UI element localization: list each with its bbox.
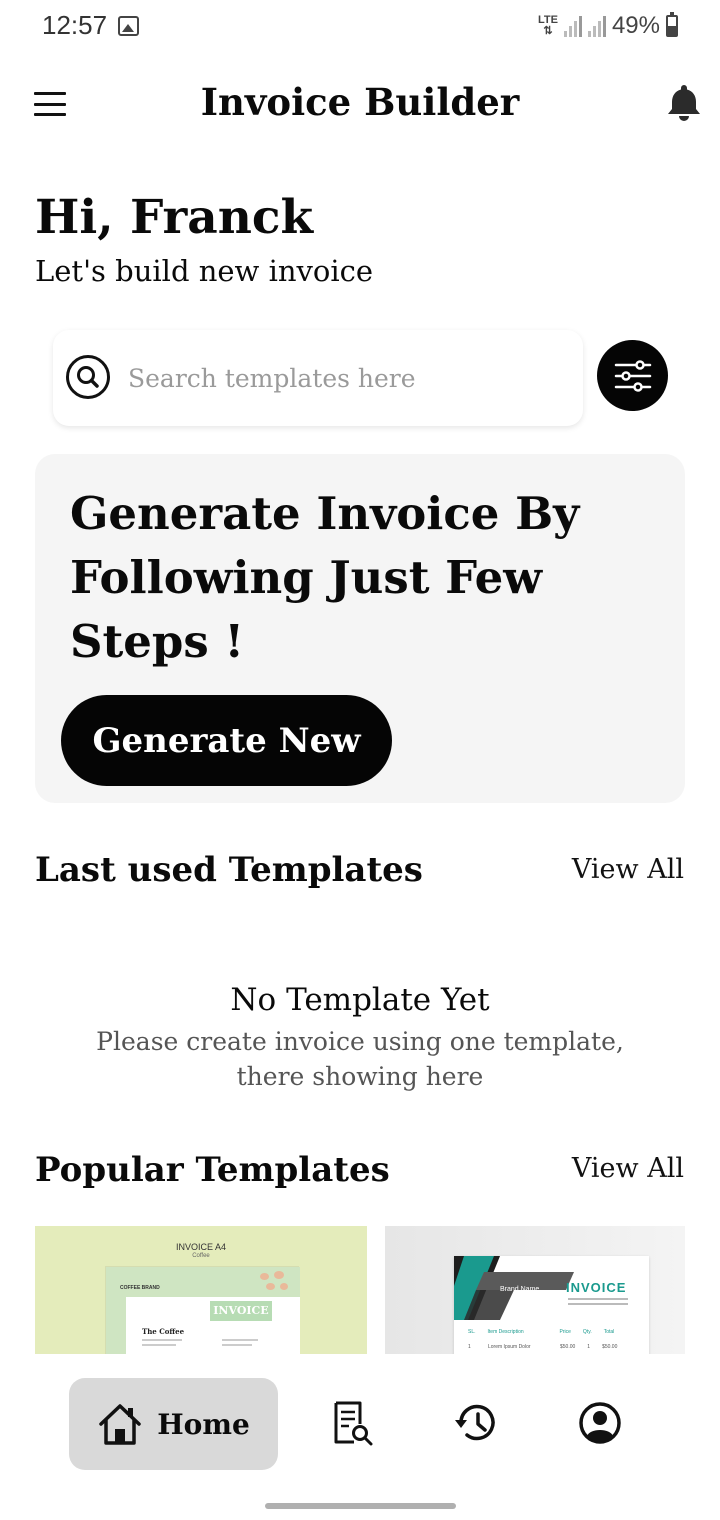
template-card-coffee[interactable]: INVOICE A4 Coffee COFFEE BRAND INVOICE T… <box>35 1226 367 1354</box>
template-line <box>142 1344 176 1346</box>
signal-icon-2 <box>587 15 606 37</box>
template-header: INVOICE A4 <box>175 1242 227 1252</box>
template-line <box>222 1339 258 1341</box>
nav-home-tab[interactable]: Home <box>69 1378 278 1470</box>
nav-home-label: Home <box>157 1407 250 1441</box>
template-brand: Brand Name <box>500 1286 540 1293</box>
home-indicator[interactable] <box>265 1503 456 1509</box>
popular-view-all-link[interactable]: View All <box>572 1153 684 1184</box>
template-table-row: 1 Lorem Ipsum Dolor $50.00 1 $50.00 <box>468 1344 617 1350</box>
cell: $50.00 <box>560 1344 576 1350</box>
template-line <box>142 1339 182 1341</box>
bell-icon[interactable] <box>664 82 704 122</box>
decor-dots <box>256 1271 294 1299</box>
history-icon[interactable] <box>453 1400 499 1446</box>
template-table-header: SL. Item Description Price Qty. Total <box>468 1329 614 1335</box>
col-header: Item Description <box>487 1329 524 1335</box>
template-line <box>568 1303 628 1305</box>
status-indicators: LTE ⇅ 49% <box>538 12 678 40</box>
signal-icon <box>563 15 582 37</box>
battery-percent: 49% <box>611 12 660 39</box>
template-page: Brand Name INVOICE SL. Item Description … <box>454 1256 649 1354</box>
network-type: LTE ⇅ <box>537 14 558 37</box>
greeting-title: Hi, Franck <box>35 190 314 245</box>
col-header: Price <box>559 1329 571 1335</box>
coffee-brand: COFFEE BRAND <box>120 1285 160 1291</box>
col-header: SL. <box>468 1329 476 1335</box>
status-time: 12:57 <box>42 10 108 40</box>
template-heading: INVOICE <box>210 1301 272 1321</box>
template-name: The Coffee <box>142 1327 185 1336</box>
col-header: Qty. <box>582 1329 592 1335</box>
invoice-search-icon[interactable] <box>330 1400 376 1446</box>
search-icon <box>66 355 110 399</box>
template-line <box>568 1298 628 1300</box>
app-title: Invoice Builder <box>200 80 520 124</box>
cell: 1 <box>468 1344 471 1350</box>
popular-title: Popular Templates <box>35 1150 390 1190</box>
template-line <box>222 1344 252 1346</box>
cell: Lorem Ipsum Dolor <box>488 1344 531 1350</box>
last-used-title: Last used Templates <box>35 850 423 890</box>
home-icon <box>99 1404 141 1445</box>
col-header: Total <box>603 1329 615 1335</box>
banner-title: Generate Invoice By Following Just Few S… <box>70 487 580 668</box>
search-input[interactable] <box>128 358 568 398</box>
filter-button[interactable] <box>597 340 668 411</box>
empty-state-title: No Template Yet <box>230 982 490 1018</box>
last-used-view-all-link[interactable]: View All <box>572 854 684 885</box>
empty-state-text: Please create invoice using one template… <box>96 1027 624 1091</box>
cell: $50.00 <box>602 1344 618 1350</box>
template-card-brand[interactable]: Brand Name INVOICE SL. Item Description … <box>385 1226 685 1354</box>
profile-icon[interactable] <box>577 1400 623 1446</box>
battery-icon <box>666 12 678 37</box>
greeting-subtitle: Let's build new invoice <box>35 254 374 288</box>
template-heading: INVOICE <box>566 1280 627 1295</box>
gallery-notification-icon <box>118 16 139 36</box>
generate-new-button[interactable]: Generate New <box>61 695 392 786</box>
cell: 1 <box>587 1344 591 1350</box>
template-subheader: Coffee <box>192 1253 210 1259</box>
sliders-icon <box>614 359 651 392</box>
template-page: COFFEE BRAND INVOICE The Coffee <box>105 1266 300 1354</box>
